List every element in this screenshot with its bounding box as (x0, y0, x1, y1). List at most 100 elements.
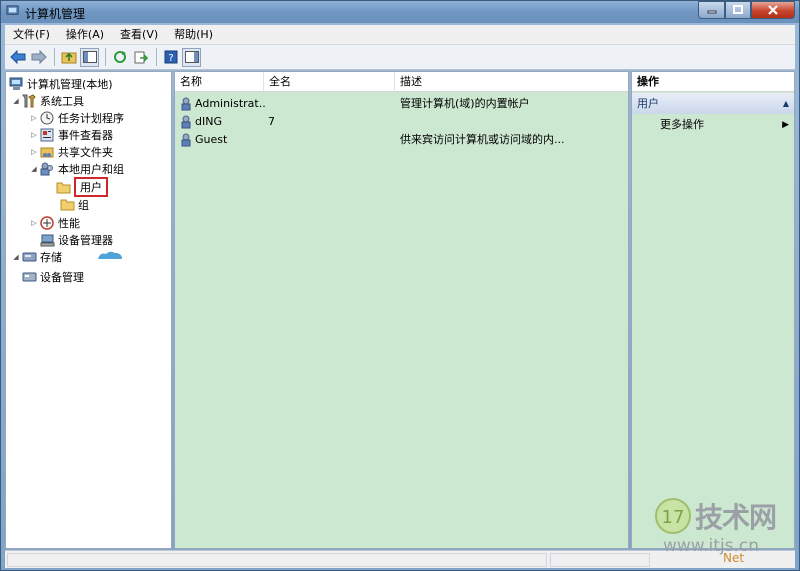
actions-group-users[interactable]: 用户 ▲ (632, 93, 794, 114)
storage-icon (21, 249, 37, 265)
toolbar: ? (5, 45, 795, 70)
actions-header: 操作 (632, 72, 794, 92)
expand-icon[interactable]: ▷ (29, 219, 39, 227)
expand-icon[interactable]: ▷ (29, 131, 39, 139)
window-title: 计算机管理 (25, 7, 86, 21)
minimize-button[interactable] (698, 1, 725, 19)
computer-management-window: 计算机管理 文件(F) 操作(A) 查看(V) 帮助(H) ? 计算机管理(本地… (0, 0, 800, 571)
tree-label-storage: 存储 (40, 250, 62, 264)
svg-text:17: 17 (662, 507, 685, 528)
expand-icon[interactable]: ▷ (29, 114, 39, 122)
clock-icon (39, 110, 55, 126)
tree-label-performance: 性能 (58, 216, 80, 230)
event-viewer-icon (39, 127, 55, 143)
user-name: Administrat... (195, 97, 265, 110)
title-bar[interactable]: 计算机管理 (1, 1, 799, 23)
user-icon (180, 113, 196, 131)
menu-view[interactable]: 查看(V) (112, 25, 166, 45)
tree-label-groups: 组 (78, 198, 89, 212)
user-icon (180, 95, 196, 113)
tree-item-users[interactable]: 用户 (55, 177, 108, 197)
close-icon (768, 5, 778, 15)
refresh-button[interactable] (110, 48, 129, 67)
tree-item-event-viewer[interactable]: ▷ 事件查看器 (29, 126, 113, 143)
svg-text:?: ? (168, 53, 173, 64)
column-name[interactable]: 名称 (175, 72, 264, 92)
help-icon: ? (164, 50, 177, 64)
show-tree-button[interactable] (80, 47, 99, 67)
device-manager-icon (39, 232, 55, 248)
cloud-decoration-icon (98, 251, 122, 259)
tools-icon (21, 93, 37, 109)
submenu-arrow-icon: ▶ (782, 120, 789, 130)
actions-group-label: 用户 (637, 97, 659, 110)
tree-item-shared-folders[interactable]: ▷ 共享文件夹 (29, 143, 113, 160)
maximize-button[interactable] (725, 1, 751, 19)
close-button[interactable] (751, 1, 795, 19)
forward-button[interactable] (29, 48, 48, 67)
shared-folder-icon (39, 144, 55, 160)
console-tree: 计算机管理(本地) ◢ 系统工具 ▷ 任务计划程序 ▷ 事件查看器 ▷ 共享文件… (5, 71, 172, 549)
export-button[interactable] (131, 48, 150, 67)
tree-item-performance[interactable]: ▷ 性能 (29, 214, 80, 231)
user-icon (180, 131, 196, 149)
table-row[interactable]: Guest 供来宾访问计算机或访问域的内... (175, 131, 628, 149)
actions-pane: 操作 用户 ▲ 更多操作 ▶ (631, 71, 795, 549)
users-group-icon (39, 161, 55, 177)
refresh-icon (113, 51, 126, 63)
list-column-header: 名称 全名 描述 (175, 72, 628, 92)
tree-item-disk-management[interactable]: 设备管理 (21, 268, 84, 285)
show-tree-icon (82, 51, 97, 63)
table-row[interactable]: dING 7 (175, 113, 628, 131)
tree-item-root[interactable]: 计算机管理(本地) (8, 75, 113, 92)
more-actions-item[interactable]: 更多操作 ▶ (632, 116, 794, 134)
show-action-pane-icon (184, 51, 199, 63)
folder-icon (59, 197, 75, 213)
tree-item-storage[interactable]: ◢ 存储 (11, 248, 62, 265)
back-icon (9, 50, 25, 64)
tree-label-shared-folders: 共享文件夹 (58, 145, 113, 159)
watermark-net: Net (723, 551, 745, 565)
content-panes: 计算机管理(本地) ◢ 系统工具 ▷ 任务计划程序 ▷ 事件查看器 ▷ 共享文件… (5, 71, 795, 549)
up-folder-button[interactable] (59, 48, 78, 67)
user-description: 管理计算机(域)的内置帐户 (400, 97, 530, 110)
tree-item-device-manager[interactable]: 设备管理器 (39, 231, 113, 248)
column-description[interactable]: 描述 (395, 72, 628, 92)
help-button[interactable]: ? (161, 48, 180, 67)
users-list-pane: 名称 全名 描述 Administrat... 管理计算机(域)的内置帐户 dI… (174, 71, 629, 549)
menu-action[interactable]: 操作(A) (58, 25, 112, 45)
table-row[interactable]: Administrat... 管理计算机(域)的内置帐户 (175, 95, 628, 113)
tree-item-local-users-groups[interactable]: ◢ 本地用户和组 (29, 160, 124, 177)
column-fullname[interactable]: 全名 (264, 72, 395, 92)
collapse-icon[interactable]: ◢ (29, 165, 39, 173)
collapse-icon[interactable]: ◢ (11, 253, 21, 261)
watermark-url: www.itjs.cn (663, 536, 760, 556)
menu-bar: 文件(F) 操作(A) 查看(V) 帮助(H) (5, 25, 795, 45)
expand-icon[interactable]: ▷ (29, 148, 39, 156)
user-fullname (268, 95, 393, 113)
maximize-icon (733, 5, 743, 14)
tree-label-users-selected: 用户 (74, 177, 108, 197)
user-name: dING (195, 115, 222, 128)
tree-item-system-tools[interactable]: ◢ 系统工具 (11, 92, 84, 109)
status-segment (550, 553, 650, 567)
collapse-icon[interactable]: ◢ (11, 97, 21, 105)
menu-file[interactable]: 文件(F) (5, 25, 58, 45)
user-description (400, 113, 625, 131)
user-name: Guest (195, 133, 228, 146)
menu-help[interactable]: 帮助(H) (166, 25, 221, 45)
more-actions-label: 更多操作 (660, 118, 704, 131)
tree-item-groups[interactable]: 组 (59, 196, 89, 213)
computer-management-icon (8, 76, 24, 92)
back-button[interactable] (8, 48, 27, 67)
user-fullname: 7 (268, 115, 275, 128)
performance-icon (39, 215, 55, 231)
collapse-up-icon[interactable]: ▲ (783, 93, 789, 114)
show-action-pane-button[interactable] (182, 47, 201, 67)
disk-management-icon (21, 269, 37, 285)
tree-item-task-scheduler[interactable]: ▷ 任务计划程序 (29, 109, 124, 126)
tree-label-task-scheduler: 任务计划程序 (58, 111, 124, 125)
tree-label-disk-management: 设备管理 (40, 270, 84, 284)
toolbar-separator (156, 48, 157, 66)
tree-label-system-tools: 系统工具 (40, 94, 84, 108)
